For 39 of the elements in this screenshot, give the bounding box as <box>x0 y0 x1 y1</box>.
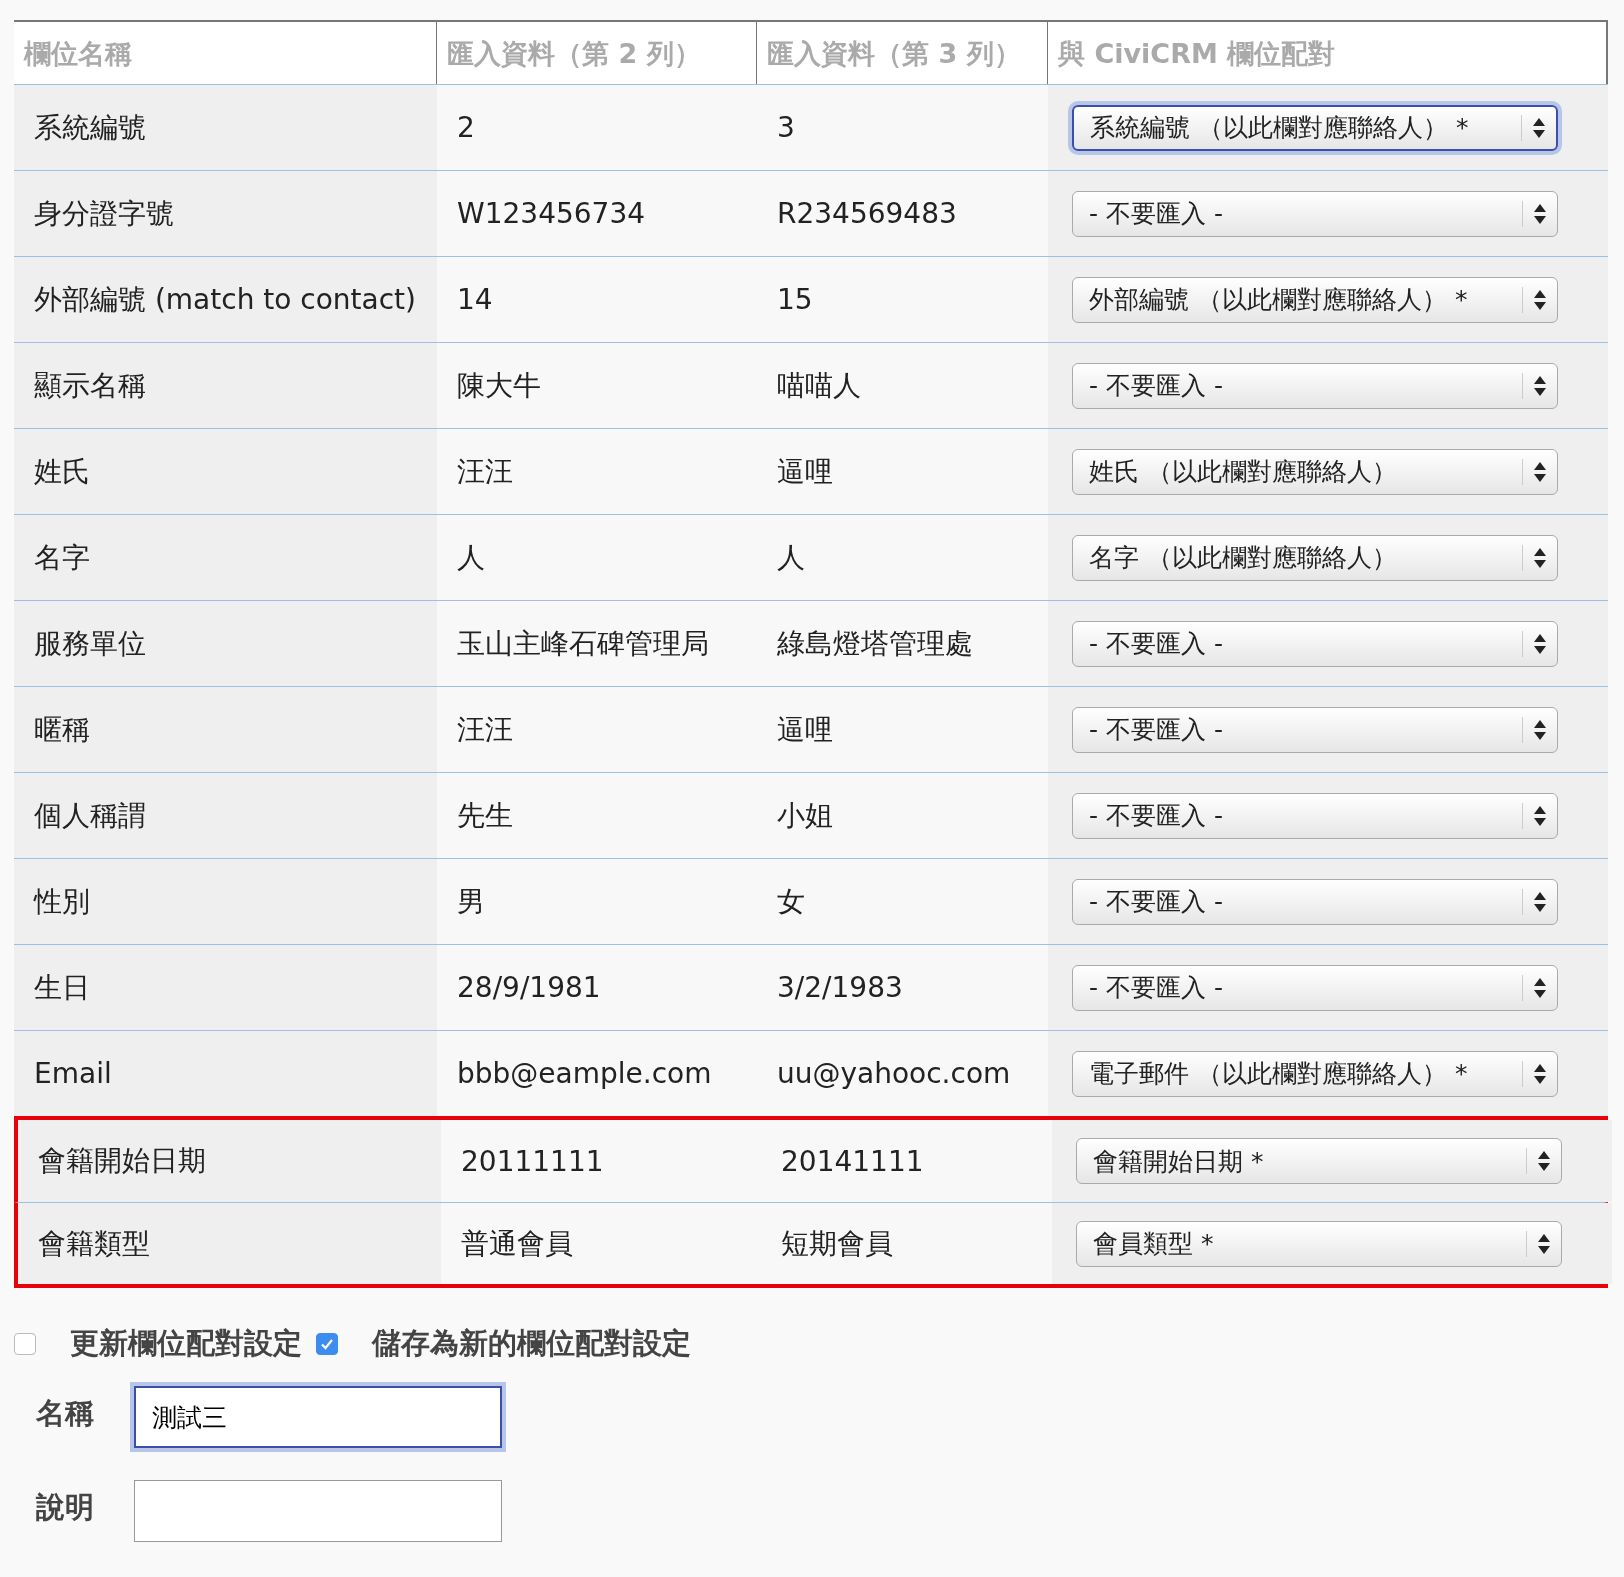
mapping-select[interactable]: 會籍開始日期 * <box>1076 1138 1562 1184</box>
mapping-select[interactable]: - 不要匯入 - <box>1072 190 1558 237</box>
checkbox-label: 更新欄位配對設定 <box>70 1325 302 1362</box>
mapping-select[interactable]: - 不要匯入 - <box>1072 620 1558 667</box>
table-cell: 外部編號 (match to contact) <box>14 257 437 342</box>
mapping-select[interactable]: - 不要匯入 - <box>1072 362 1558 409</box>
table-cell: 系統編號 <box>14 85 437 170</box>
mapping-select[interactable]: - 不要匯入 - <box>1072 878 1558 925</box>
field-label: 說明 <box>36 1489 94 1526</box>
column-header: 匯入資料（第 2 列） <box>437 22 757 84</box>
mapping-select[interactable]: 電子郵件 （以此欄對應聯絡人） * <box>1072 1050 1558 1097</box>
checkbox[interactable] <box>316 1333 338 1355</box>
column-header: 匯入資料（第 3 列） <box>757 22 1048 84</box>
table-cell: 服務單位 <box>14 601 437 686</box>
table-cell: 姓氏 <box>14 429 437 514</box>
table-cell: 身分證字號 <box>14 171 437 256</box>
text-field[interactable]: 測試三 <box>134 1386 502 1448</box>
column-header: 欄位名稱 <box>14 22 437 84</box>
field-label: 名稱 <box>36 1395 94 1432</box>
mapping-select[interactable]: 外部編號 （以此欄對應聯絡人） * <box>1072 276 1558 323</box>
table-cell: 個人稱謂 <box>14 773 437 858</box>
mapping-select[interactable]: 姓氏 （以此欄對應聯絡人） <box>1072 448 1558 495</box>
column-header: 與 CiviCRM 欄位配對 <box>1048 22 1608 84</box>
table-cell: 會籍開始日期 <box>18 1120 441 1202</box>
table-cell: 生日 <box>14 945 437 1030</box>
table-cell: Email <box>14 1031 437 1116</box>
mapping-select[interactable]: - 不要匯入 - <box>1072 964 1558 1011</box>
table-cell: 暱稱 <box>14 687 437 772</box>
mapping-select[interactable]: 會員類型 * <box>1076 1220 1562 1267</box>
table-cell: 性別 <box>14 859 437 944</box>
checkbox-label: 儲存為新的欄位配對設定 <box>372 1325 691 1362</box>
mapping-select[interactable]: 名字 （以此欄對應聯絡人） <box>1072 534 1558 581</box>
text-field[interactable] <box>134 1480 502 1542</box>
mapping-select[interactable]: - 不要匯入 - <box>1072 792 1558 839</box>
table-cell: 顯示名稱 <box>14 343 437 428</box>
checkbox[interactable] <box>14 1333 36 1355</box>
table-cell: 會籍類型 <box>18 1203 441 1284</box>
mapping-select[interactable]: - 不要匯入 - <box>1072 706 1558 753</box>
table-cell: 名字 <box>14 515 437 600</box>
